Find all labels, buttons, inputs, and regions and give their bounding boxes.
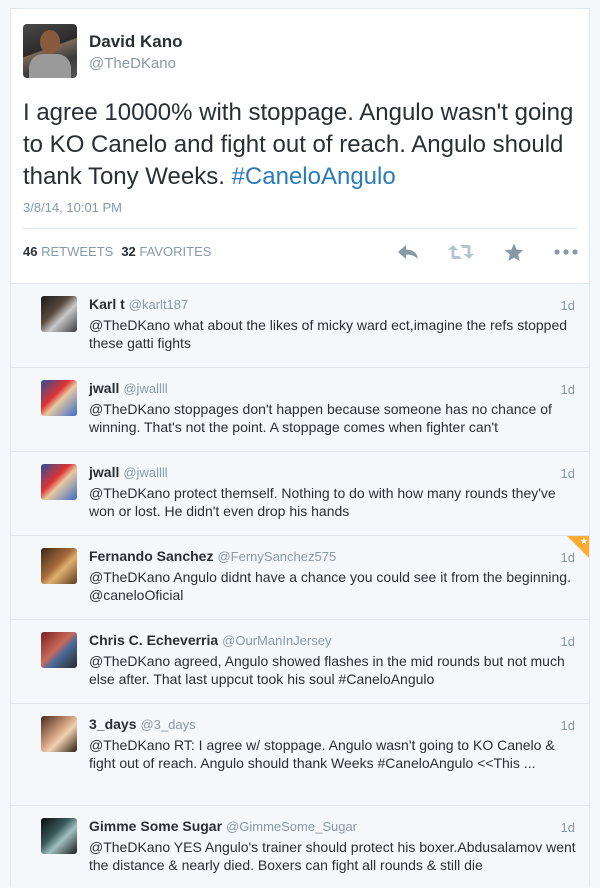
reply-text: @TheDKano YES Angulo's trainer should pr…: [89, 839, 576, 873]
favorites-label: FAVORITES: [139, 244, 212, 259]
retweets-stat[interactable]: 46 RETWEETS: [23, 244, 113, 259]
reply-name: jwall: [89, 464, 120, 480]
hashtag-link[interactable]: #CaneloAngulo: [232, 163, 396, 190]
list-item[interactable]: jwall @jwallll 1d @TheDKano protect thems…: [11, 452, 589, 536]
reply-name: Fernando Sanchez: [89, 548, 214, 564]
retweets-label: RETWEETS: [41, 244, 114, 259]
reply-button[interactable]: [396, 241, 420, 263]
reply-handle: @GimmeSome_Sugar: [226, 819, 358, 834]
reply-time[interactable]: 1d: [561, 634, 575, 649]
avatar[interactable]: [41, 716, 77, 752]
reply-text: @TheDKano protect themself. Nothing to d…: [89, 485, 556, 519]
reply-author[interactable]: jwall @jwallll: [89, 464, 168, 480]
tweet-stats: 46 RETWEETS 32 FAVORITES: [23, 244, 211, 259]
avatar[interactable]: [41, 818, 77, 854]
list-item[interactable]: 3_days @3_days 1d @TheDKano RT: I agree w…: [11, 704, 589, 806]
reply-author[interactable]: 3_days @3_days: [89, 716, 196, 732]
reply-author[interactable]: jwall @jwallll: [89, 380, 168, 396]
favorite-button[interactable]: [503, 241, 525, 263]
favorites-stat[interactable]: 32 FAVORITES: [121, 244, 211, 259]
reply-text: @TheDKano agreed, Angulo showed flashes …: [89, 653, 565, 687]
more-icon: [554, 249, 578, 255]
avatar[interactable]: [41, 632, 77, 668]
favorites-count: 32: [121, 244, 136, 259]
list-item[interactable]: Chris C. Echeverria @OurManInJersey 1d @T…: [11, 620, 589, 704]
list-item[interactable]: ★ Fernando Sanchez @FernySanchez575 1d @T…: [11, 536, 589, 620]
tweet-card: David Kano @TheDKano I agree 10000% with…: [10, 8, 590, 288]
reply-handle: @jwallll: [123, 381, 168, 396]
list-item[interactable]: jwall @jwallll 1d @TheDKano stoppages don…: [11, 368, 589, 452]
retweet-button[interactable]: [448, 241, 474, 263]
reply-handle: @jwallll: [123, 465, 168, 480]
tweet-timestamp[interactable]: 3/8/14, 10:01 PM: [23, 200, 122, 215]
reply-author[interactable]: Chris C. Echeverria @OurManInJersey: [89, 632, 331, 648]
reply-time[interactable]: 1d: [561, 550, 575, 565]
reply-name: Chris C. Echeverria: [89, 632, 219, 648]
list-item[interactable]: Gimme Some Sugar @GimmeSome_Sugar 1d @The…: [11, 806, 589, 888]
reply-author[interactable]: Gimme Some Sugar @GimmeSome_Sugar: [89, 818, 357, 834]
reply-name: Gimme Some Sugar: [89, 818, 223, 834]
reply-icon: [398, 245, 418, 259]
reply-time[interactable]: 1d: [561, 820, 575, 835]
reply-time[interactable]: 1d: [561, 466, 575, 481]
tweet-text: I agree 10000% with stoppage. Angulo was…: [23, 97, 583, 193]
avatar[interactable]: [41, 548, 77, 584]
star-icon: ★: [579, 536, 588, 546]
star-icon: [504, 243, 524, 261]
reply-text: @TheDKano Angulo didnt have a chance you…: [89, 569, 571, 603]
reply-handle: @karlt187: [128, 297, 189, 312]
reply-name: Karl t: [89, 296, 125, 312]
retweet-icon: [448, 245, 474, 259]
reply-time[interactable]: 1d: [561, 382, 575, 397]
author-handle[interactable]: @TheDKano: [89, 55, 176, 72]
more-button[interactable]: [553, 241, 579, 263]
reply-handle: @FernySanchez575: [217, 549, 337, 564]
reply-time[interactable]: 1d: [561, 298, 575, 313]
reply-handle: @OurManInJersey: [222, 633, 332, 648]
avatar[interactable]: [41, 464, 77, 500]
reply-text: @TheDKano stoppages don't happen because…: [89, 401, 552, 435]
reply-author[interactable]: Fernando Sanchez @FernySanchez575: [89, 548, 336, 564]
reply-author[interactable]: Karl t @karlt187: [89, 296, 188, 312]
list-item[interactable]: Karl t @karlt187 1d @TheDKano what about …: [11, 284, 589, 368]
author-name[interactable]: David Kano: [89, 32, 183, 52]
divider: [23, 228, 577, 229]
avatar[interactable]: [41, 296, 77, 332]
reply-time[interactable]: 1d: [561, 718, 575, 733]
reply-name: 3_days: [89, 716, 137, 732]
retweets-count: 46: [23, 244, 38, 259]
replies-list: Karl t @karlt187 1d @TheDKano what about …: [10, 283, 590, 888]
reply-handle: @3_days: [140, 717, 196, 732]
reply-text: @TheDKano RT: I agree w/ stoppage. Angul…: [89, 737, 555, 771]
reply-text: @TheDKano what about the likes of micky …: [89, 317, 568, 351]
avatar[interactable]: [23, 24, 77, 78]
avatar[interactable]: [41, 380, 77, 416]
reply-name: jwall: [89, 380, 120, 396]
